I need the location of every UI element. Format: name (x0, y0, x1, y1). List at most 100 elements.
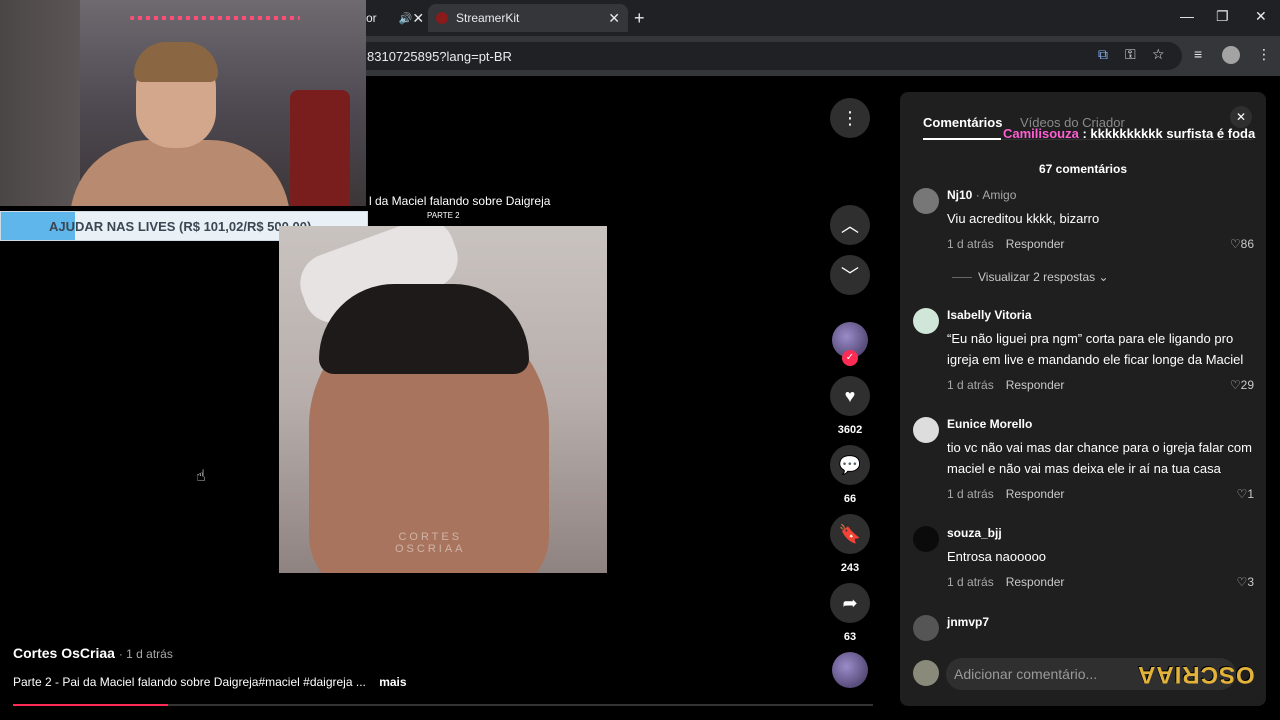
star-icon[interactable]: ☆ (1152, 46, 1165, 63)
sound-avatar[interactable] (832, 652, 868, 688)
heart-outline-icon: ♡ (1229, 378, 1241, 392)
comment-time: 1 d atrás (947, 487, 994, 501)
chevron-down-icon: ⌄ (1098, 270, 1109, 284)
commenter-avatar[interactable] (913, 308, 939, 334)
new-tab-icon[interactable]: + (634, 8, 645, 29)
comment-meta: 1 d atrás Responder (947, 487, 1064, 501)
heart-outline-icon: ♡ (1236, 487, 1248, 501)
commenter-avatar[interactable] (913, 526, 939, 552)
save-button[interactable]: 🔖 (830, 514, 870, 554)
webcam-person-hair (134, 42, 218, 82)
close-icon: ✕ (1235, 110, 1247, 124)
reply-button[interactable]: Responder (1006, 378, 1065, 392)
comment-time: 1 d atrás (947, 237, 994, 251)
friend-tag: · Amigo (972, 188, 1017, 202)
video-watermark: CORTES OSCRIAA (395, 531, 466, 555)
video-progress-bar[interactable] (13, 704, 873, 706)
profile-avatar[interactable] (1222, 46, 1240, 64)
close-icon[interactable]: ✕ (412, 10, 424, 27)
webcam-led-strip (130, 16, 300, 20)
commenter-name[interactable]: Nj10 · Amigo (947, 188, 1016, 202)
comment-text: tio vc não vai mas dar chance para o igr… (947, 440, 1252, 476)
url-text[interactable]: 8310725895?lang=pt-BR (367, 49, 512, 64)
share-arrow-icon: ➦ (842, 592, 858, 613)
comment-text: Viu acreditou kkkk, bizarro (947, 211, 1100, 226)
watermark-line-1: CORTES (398, 531, 463, 543)
comment-meta: 1 d atrás Responder (947, 575, 1064, 589)
reply-button[interactable]: Responder (1006, 575, 1065, 589)
more-link[interactable]: mais (379, 675, 406, 689)
comment-like-count: 3 (1247, 575, 1254, 589)
my-avatar (913, 660, 939, 686)
browser-tab-streamerkit[interactable]: StreamerKit ✕ (428, 4, 628, 32)
heart-outline-icon: ♡ (1236, 575, 1248, 589)
restore-icon[interactable]: ❐ (1216, 8, 1229, 25)
video-overlay-part: PARTE 2 (427, 211, 460, 220)
tab-comments[interactable]: Comentários (923, 115, 1002, 130)
caption-text: Parte 2 - Pai da Maciel falando sobre Da… (13, 675, 366, 689)
previous-video-button[interactable]: ︿ (830, 205, 870, 245)
webcam-overlay (0, 0, 366, 206)
commenter-name[interactable]: Eunice Morello (947, 417, 1032, 431)
commenter-avatar[interactable] (913, 188, 939, 214)
like-count: 3602 (837, 424, 863, 436)
comment-bubble-icon: 💬 (838, 454, 862, 475)
comment-like-button[interactable]: ♡29 (1230, 378, 1254, 392)
media-queue-icon[interactable]: ≡ (1194, 46, 1202, 62)
chat-username: Camilisouza (1003, 126, 1079, 141)
key-icon[interactable]: ⚿ (1125, 46, 1136, 63)
commenter-avatar[interactable] (913, 615, 939, 641)
speaker-icon[interactable]: 🔊 (399, 12, 413, 25)
tab-title: StreamerKit (456, 11, 520, 25)
window-close-icon[interactable]: ✕ (1255, 8, 1267, 25)
chat-text: : kkkkkkkkkk surfista é foda (1082, 126, 1256, 141)
heart-outline-icon: ♡ (1229, 237, 1241, 251)
oscriaa-logo: OSCRIAA (1137, 661, 1255, 688)
comment-like-button[interactable]: ♡86 (1230, 237, 1254, 251)
more-options-button[interactable]: ⋮ (830, 98, 870, 138)
kebab-menu-icon[interactable]: ⋮ (1257, 46, 1271, 63)
chevron-up-icon: ︿ (841, 216, 859, 236)
comment-meta: 1 d atrás Responder (947, 237, 1064, 251)
video-caption: Parte 2 - Pai da Maciel falando sobre Da… (13, 675, 407, 689)
like-button[interactable]: ♥ (830, 376, 870, 416)
share-count: 63 (843, 631, 857, 643)
author-name[interactable]: Cortes OsCriaa (13, 645, 115, 661)
comment-time: 1 d atrás (947, 378, 994, 392)
video-overlay-title: l da Maciel falando sobre Daigreja (369, 194, 551, 208)
minimize-icon[interactable]: — (1180, 8, 1194, 24)
video-progress-fill (13, 704, 168, 706)
reply-button[interactable]: Responder (1006, 237, 1065, 251)
commenter-name[interactable]: jnmvp7 (947, 615, 989, 629)
commenter-name[interactable]: souza_bjj (947, 526, 1002, 540)
hand-cursor-icon: ☝ (196, 468, 206, 485)
close-icon[interactable]: ✕ (608, 10, 620, 27)
video-author[interactable]: Cortes OsCriaa · 1 d atrás (13, 645, 173, 661)
comment-time: 1 d atrás (947, 575, 994, 589)
video-player[interactable] (279, 226, 607, 573)
cast-icon[interactable]: ⧉ (1098, 46, 1108, 63)
comment-like-button[interactable]: ♡3 (1237, 575, 1254, 589)
webcam-curtain (0, 0, 80, 206)
close-panel-button[interactable]: ✕ (1230, 106, 1252, 128)
vertical-dots-icon: ⋮ (841, 107, 859, 128)
commenter-name[interactable]: Isabelly Vitoria (947, 308, 1032, 322)
browser-tab-1[interactable]: cor 🔊 ✕ (360, 4, 426, 32)
comment-text: Entrosa naooooo (947, 549, 1047, 564)
share-button[interactable]: ➦ (830, 583, 870, 623)
stream-chat-message: Camilisouza : kkkkkkkkkk surfista é foda (1003, 126, 1255, 141)
save-count: 243 (840, 562, 860, 574)
next-video-button[interactable]: ﹀ (830, 255, 870, 295)
active-tab-indicator (923, 138, 1001, 140)
view-replies-button[interactable]: Visualizar 2 respostas ⌄ (952, 270, 1109, 284)
follow-check-icon[interactable]: ✓ (842, 350, 858, 366)
comment-like-count: 29 (1240, 378, 1254, 392)
comment-like-button[interactable]: ♡1 (1237, 487, 1254, 501)
chevron-down-icon: ﹀ (841, 266, 859, 286)
comments-total: 67 comentários (1038, 162, 1128, 176)
reply-button[interactable]: Responder (1006, 487, 1065, 501)
comment-button[interactable]: 💬 (830, 445, 870, 485)
comment-text: “Eu não liguei pra ngm” corta para ele l… (947, 331, 1244, 367)
commenter-avatar[interactable] (913, 417, 939, 443)
comments-panel: Comentários Vídeos do Criador ✕ 67 comen… (900, 92, 1266, 706)
